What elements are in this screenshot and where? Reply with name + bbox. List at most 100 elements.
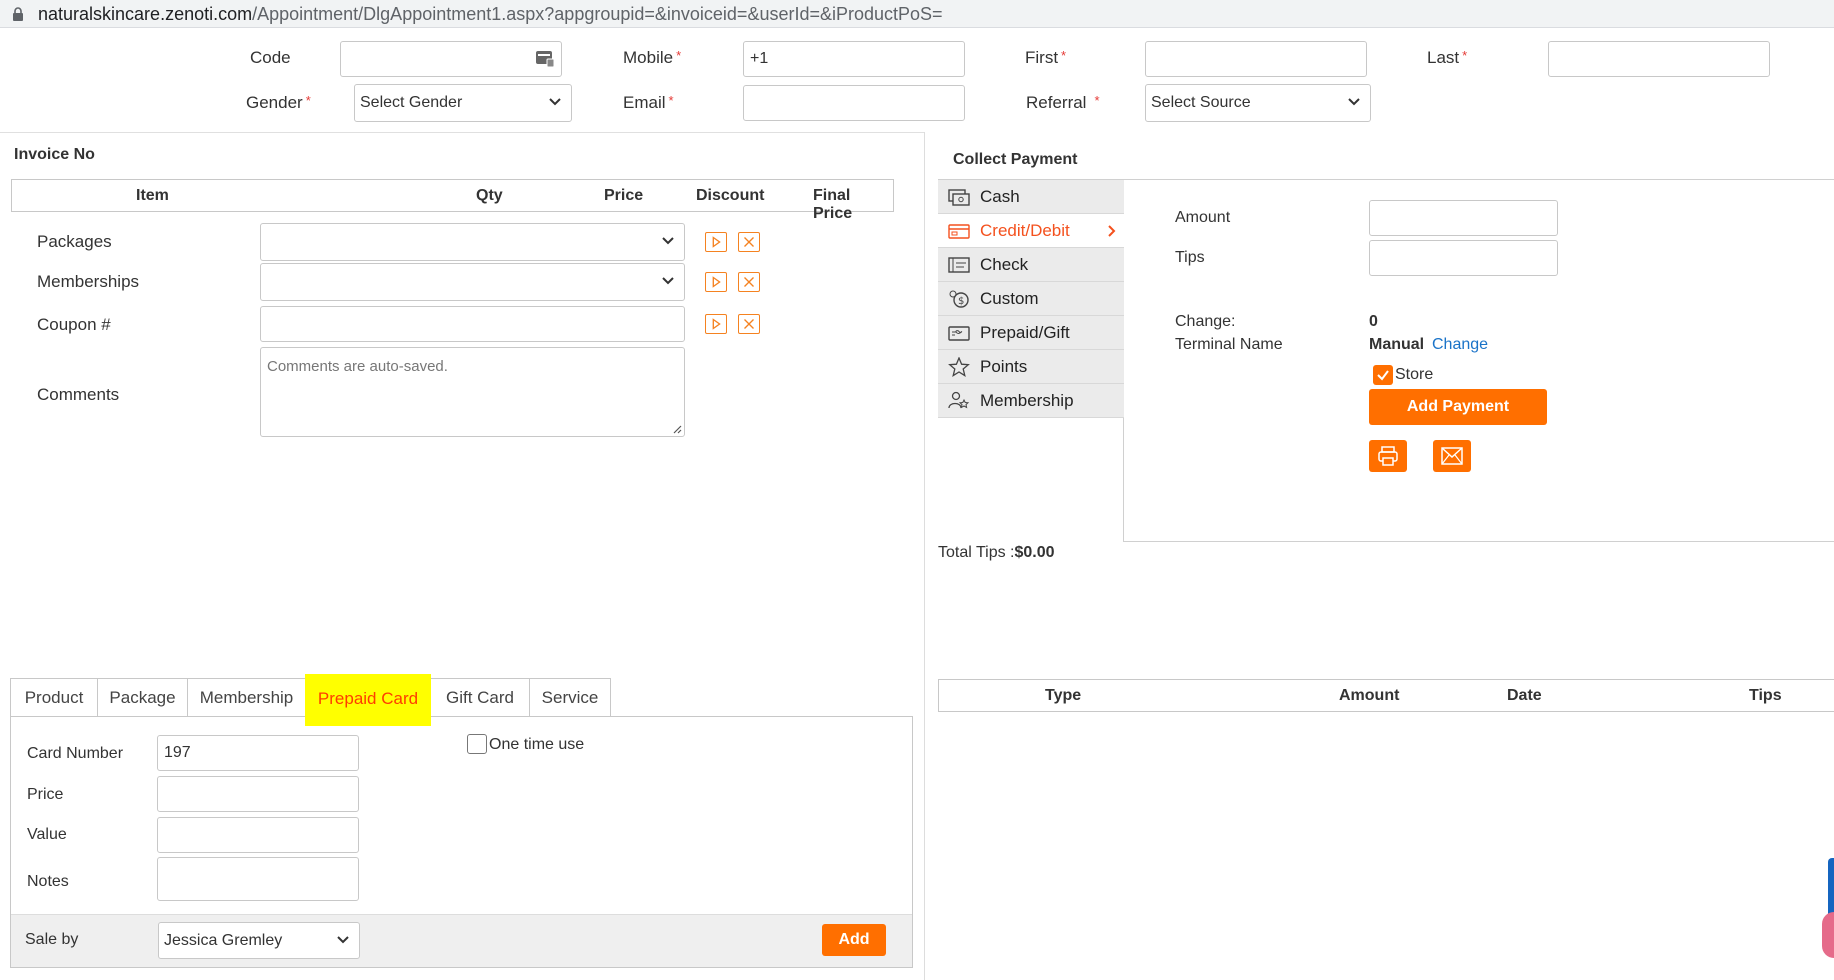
payment-method-label: Check (980, 255, 1029, 274)
payment-method-membership[interactable]: Membership (938, 384, 1124, 418)
referral-select-value: Select Source (1151, 94, 1251, 111)
payment-method-label: Credit/Debit (980, 221, 1070, 240)
store-label: Store (1395, 366, 1434, 383)
column-discount: Discount (696, 187, 765, 204)
chevron-right-icon (1108, 225, 1116, 237)
payment-method-label: Custom (980, 289, 1039, 308)
last-name-label: Last * (1427, 48, 1468, 67)
column-type: Type (1045, 687, 1082, 704)
card-number-input[interactable]: 197 (157, 735, 359, 771)
payments-table-header: Type Amount Date Tips (938, 679, 1834, 712)
notes-input[interactable] (157, 857, 359, 901)
checkmark-icon (1377, 370, 1389, 381)
sale-by-label: Sale by (25, 931, 79, 948)
play-icon[interactable] (705, 232, 727, 252)
close-icon[interactable] (738, 232, 760, 252)
payment-method-cash[interactable]: Cash (938, 180, 1124, 214)
packages-select[interactable] (260, 223, 685, 261)
gender-select-value: Select Gender (360, 94, 463, 111)
tips-input[interactable] (1369, 240, 1558, 276)
email-receipt-button[interactable] (1433, 440, 1471, 472)
resize-handle-icon[interactable] (672, 424, 682, 434)
check-icon (948, 257, 970, 273)
payment-method-points[interactable]: Points (938, 350, 1124, 384)
browser-url-bar[interactable]: naturalskincare.zenoti.com/Appointment/D… (0, 0, 1834, 28)
url-text[interactable]: naturalskincare.zenoti.com/Appointment/D… (38, 2, 943, 26)
packages-label: Packages (37, 232, 112, 251)
referral-label: Referral * (1026, 93, 1100, 112)
side-widget-tab[interactable] (1828, 858, 1834, 918)
gender-label: Gender * (246, 93, 311, 112)
tab-service[interactable]: Service (529, 678, 611, 716)
payment-method-label: Points (980, 357, 1028, 376)
tab-product[interactable]: Product (10, 678, 98, 716)
tab-gift-card[interactable]: Gift Card (430, 678, 530, 716)
memberships-select[interactable] (260, 263, 685, 301)
comments-textarea[interactable]: Comments are auto-saved. (260, 347, 685, 437)
one-time-use-label: One time use (489, 736, 585, 753)
printer-icon (1378, 446, 1398, 466)
email-input[interactable] (743, 85, 965, 121)
change-value: 0 (1369, 313, 1378, 330)
card-reader-icon[interactable] (535, 50, 555, 68)
store-checkbox[interactable] (1373, 365, 1393, 385)
payment-method-prepaid-gift[interactable]: Prepaid/Gift (938, 316, 1124, 350)
last-name-input[interactable] (1548, 41, 1770, 77)
sale-by-select[interactable]: Jessica Gremley (158, 922, 360, 959)
total-tips: Total Tips :$0.00 (938, 544, 1055, 562)
payment-method-credit-debit[interactable]: Credit/Debit (938, 214, 1124, 248)
payment-method-custom[interactable]: $ Custom (938, 282, 1124, 316)
total-tips-label: Total Tips : (938, 544, 1015, 561)
terminal-change-link[interactable]: Change (1432, 336, 1488, 354)
custom-payment-icon: $ (949, 290, 969, 308)
notes-label: Notes (27, 873, 69, 890)
tab-prepaid-card[interactable]: Prepaid Card (305, 674, 431, 726)
add-button[interactable]: Add (822, 924, 886, 956)
payment-method-label: Prepaid/Gift (980, 323, 1070, 342)
close-icon[interactable] (738, 272, 760, 292)
payment-method-label: Membership (980, 391, 1074, 410)
chat-launcher[interactable] (1822, 912, 1834, 958)
section-divider (0, 132, 924, 133)
code-label: Code (250, 48, 291, 67)
value-label: Value (27, 826, 67, 843)
payment-method-label: Cash (980, 187, 1020, 206)
chevron-down-icon (337, 936, 349, 944)
close-icon[interactable] (738, 314, 760, 334)
memberships-label: Memberships (37, 272, 140, 291)
play-icon[interactable] (705, 272, 727, 292)
referral-select[interactable]: Select Source (1145, 84, 1371, 122)
print-button[interactable] (1369, 440, 1407, 472)
tab-package[interactable]: Package (97, 678, 188, 716)
column-amount: Amount (1339, 687, 1400, 704)
payment-method-check[interactable]: Check (938, 248, 1124, 282)
invoice-title: Invoice No (14, 146, 95, 163)
first-name-input[interactable] (1145, 41, 1367, 77)
add-payment-button[interactable]: Add Payment (1369, 389, 1547, 425)
chevron-down-icon (549, 98, 561, 106)
code-input[interactable] (340, 41, 562, 77)
panel-divider (924, 132, 925, 980)
mobile-input[interactable]: +1 (743, 41, 965, 77)
tab-membership[interactable]: Membership (187, 678, 306, 716)
gender-select[interactable]: Select Gender (354, 84, 572, 122)
invoice-table-header: Item Qty Price Discount Final Price (11, 179, 894, 222)
total-tips-value: $0.00 (1014, 544, 1055, 561)
column-item: Item (136, 187, 169, 204)
play-icon[interactable] (705, 314, 727, 334)
card-number-label: Card Number (27, 745, 124, 762)
price-input[interactable] (157, 776, 359, 812)
change-label: Change: (1175, 313, 1236, 330)
sale-by-bar (11, 914, 912, 967)
one-time-use-checkbox[interactable] (467, 734, 487, 754)
column-price: Price (604, 187, 644, 204)
terminal-name-value: Manual (1369, 336, 1425, 353)
amount-input[interactable] (1369, 200, 1558, 236)
chevron-down-icon (1348, 98, 1360, 106)
lock-icon (13, 7, 23, 21)
column-final-price: Final Price (813, 187, 853, 222)
value-input[interactable] (157, 817, 359, 853)
column-qty: Qty (476, 187, 503, 204)
tips-label: Tips (1175, 249, 1205, 266)
coupon-input[interactable] (260, 306, 685, 342)
